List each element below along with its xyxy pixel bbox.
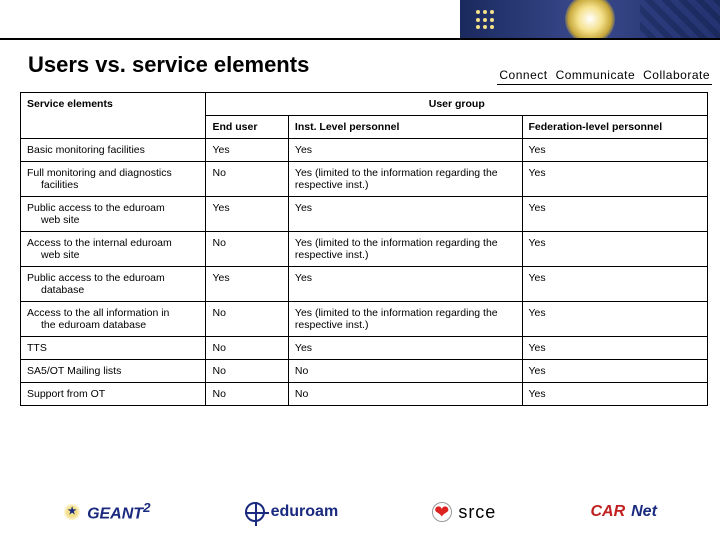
cell-end: No — [206, 302, 288, 337]
heart-icon: ❤ — [432, 502, 452, 522]
banner-grid-icon — [640, 0, 720, 38]
col-header-fed: Federation-level personnel — [522, 116, 708, 139]
cell-inst: Yes — [288, 139, 522, 162]
cell-fed: Yes — [522, 162, 708, 197]
cell-fed: Yes — [522, 383, 708, 406]
cell-end: No — [206, 337, 288, 360]
logo-eduroam: eduroam — [245, 502, 339, 522]
table-row: TTSNoYesYes — [21, 337, 708, 360]
cell-fed: Yes — [522, 197, 708, 232]
row-label: Access to the all information inthe edur… — [21, 302, 206, 337]
footer-logos: ★ GEANT2 eduroam ❤ srce CAR Net — [0, 490, 720, 534]
cell-inst: No — [288, 360, 522, 383]
table-row: Full monitoring and diagnosticsfacilitie… — [21, 162, 708, 197]
row-label: SA5/OT Mailing lists — [21, 360, 206, 383]
cell-fed: Yes — [522, 267, 708, 302]
cell-end: Yes — [206, 197, 288, 232]
col-header-service: Service elements — [21, 93, 206, 139]
logo-geant-sup: 2 — [143, 500, 150, 515]
row-label: Full monitoring and diagnosticsfacilitie… — [21, 162, 206, 197]
col-header-group: User group — [206, 93, 708, 116]
tagline-word: Collaborate — [643, 68, 710, 82]
globe-icon — [245, 502, 265, 522]
tagline-word: Communicate — [556, 68, 636, 82]
logo-geant-text: GEANT — [87, 506, 143, 523]
page-title: Users vs. service elements — [28, 52, 309, 78]
row-label: Access to the internal eduroamweb site — [21, 232, 206, 267]
cell-end: No — [206, 162, 288, 197]
row-label: Basic monitoring facilities — [21, 139, 206, 162]
cell-end: No — [206, 232, 288, 267]
cell-fed: Yes — [522, 302, 708, 337]
cell-inst: Yes — [288, 337, 522, 360]
tagline: Connect Communicate Collaborate — [497, 68, 712, 85]
cell-end: Yes — [206, 267, 288, 302]
logo-carnet: CAR Net — [590, 503, 656, 521]
table-row: SA5/OT Mailing listsNoNoYes — [21, 360, 708, 383]
cell-inst: Yes (limited to the information regardin… — [288, 162, 522, 197]
row-label: TTS — [21, 337, 206, 360]
cell-inst: No — [288, 383, 522, 406]
cell-inst: Yes (limited to the information regardin… — [288, 302, 522, 337]
cell-fed: Yes — [522, 360, 708, 383]
row-label: Public access to the eduroamweb site — [21, 197, 206, 232]
logo-carnet-text-a: CAR — [590, 503, 625, 521]
table-row: Public access to the eduroamweb siteYesY… — [21, 197, 708, 232]
logo-geant: ★ GEANT2 — [63, 500, 150, 523]
row-label: Public access to the eduroamdatabase — [21, 267, 206, 302]
logo-srce-text: srce — [458, 502, 496, 523]
col-header-end-user: End user — [206, 116, 288, 139]
cell-inst: Yes (limited to the information regardin… — [288, 232, 522, 267]
cell-inst: Yes — [288, 267, 522, 302]
top-divider — [0, 38, 720, 40]
cell-fed: Yes — [522, 139, 708, 162]
table-row: Access to the all information inthe edur… — [21, 302, 708, 337]
table-row: Public access to the eduroamdatabaseYesY… — [21, 267, 708, 302]
logo-srce: ❤ srce — [432, 502, 496, 523]
cell-end: No — [206, 360, 288, 383]
banner-sun-icon — [565, 0, 615, 38]
table-row: Basic monitoring facilitiesYesYesYes — [21, 139, 708, 162]
logo-eduroam-text: eduroam — [271, 503, 339, 521]
table-row: Access to the internal eduroamweb siteNo… — [21, 232, 708, 267]
tagline-word: Connect — [499, 68, 547, 82]
cell-fed: Yes — [522, 337, 708, 360]
table-row: Support from OTNoNoYes — [21, 383, 708, 406]
banner-decor — [460, 0, 720, 38]
col-header-inst: Inst. Level personnel — [288, 116, 522, 139]
cell-end: Yes — [206, 139, 288, 162]
cell-fed: Yes — [522, 232, 708, 267]
cell-end: No — [206, 383, 288, 406]
row-label: Support from OT — [21, 383, 206, 406]
cell-inst: Yes — [288, 197, 522, 232]
comparison-table: Service elements User group End user Ins… — [20, 92, 708, 406]
banner-stars-icon — [476, 10, 496, 30]
logo-carnet-text-b: Net — [631, 503, 657, 521]
star-icon: ★ — [63, 503, 81, 521]
